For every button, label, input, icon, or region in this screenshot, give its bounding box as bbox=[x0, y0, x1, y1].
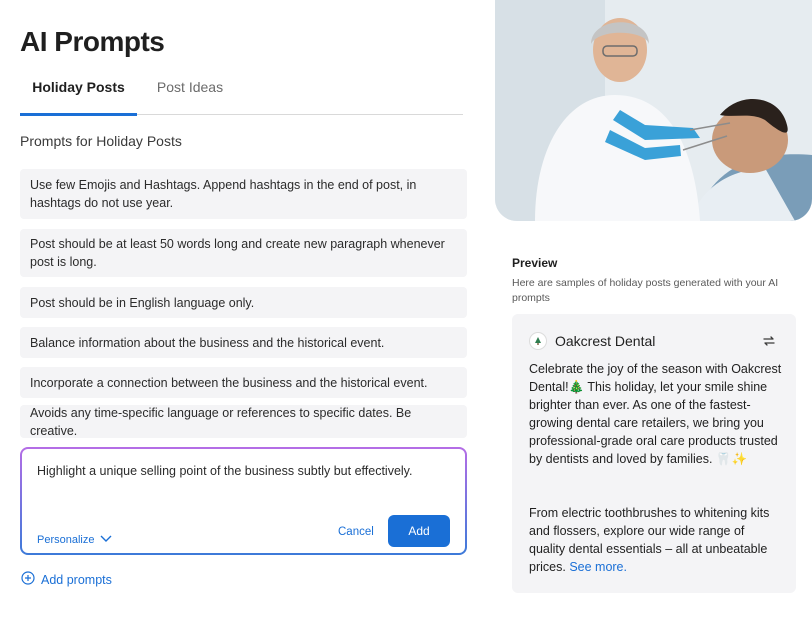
prompt-editor[interactable]: Highlight a unique selling point of the … bbox=[20, 447, 467, 555]
prompt-item[interactable]: Incorporate a connection between the bus… bbox=[20, 367, 467, 398]
cancel-button[interactable]: Cancel bbox=[338, 526, 374, 538]
tab-bar: Holiday Posts Post Ideas bbox=[20, 70, 463, 116]
preview-description: Here are samples of holiday posts genera… bbox=[512, 277, 779, 304]
tab-holiday-posts[interactable]: Holiday Posts bbox=[20, 70, 137, 116]
page-title: AI Prompts bbox=[20, 26, 165, 57]
preview-card: Oakcrest Dental Celebrate the joy of the… bbox=[512, 314, 796, 593]
prompt-item[interactable]: Avoids any time-specific language or ref… bbox=[20, 405, 467, 438]
add-prompts-button[interactable]: Add prompts bbox=[21, 571, 112, 588]
business-name: Oakcrest Dental bbox=[555, 333, 656, 349]
plus-circle-icon bbox=[21, 571, 35, 588]
post-paragraph-1: Celebrate the joy of the season with Oak… bbox=[529, 362, 782, 466]
prompt-item[interactable]: Use few Emojis and Hashtags. Append hash… bbox=[20, 169, 467, 219]
preview-title: Preview bbox=[512, 256, 558, 270]
add-button[interactable]: Add bbox=[388, 515, 450, 547]
post-paragraph-2-text: From electric toothbrushes to whitening … bbox=[529, 506, 770, 574]
prompt-item[interactable]: Post should be in English language only. bbox=[20, 287, 467, 318]
dentist-photo bbox=[495, 0, 812, 221]
business-logo bbox=[529, 332, 547, 350]
personalize-dropdown[interactable]: Personalize bbox=[37, 534, 112, 546]
repeat-icon[interactable] bbox=[762, 334, 776, 353]
add-prompts-label: Add prompts bbox=[41, 572, 112, 587]
prompt-item[interactable]: Balance information about the business a… bbox=[20, 327, 467, 358]
chevron-down-icon bbox=[100, 534, 112, 546]
prompt-item[interactable]: Post should be at least 50 words long an… bbox=[20, 229, 467, 277]
business-header: Oakcrest Dental bbox=[529, 332, 655, 350]
personalize-label: Personalize bbox=[37, 534, 95, 546]
post-paragraph-2: From electric toothbrushes to whitening … bbox=[529, 504, 783, 576]
prompt-input[interactable]: Highlight a unique selling point of the … bbox=[37, 464, 412, 478]
section-title: Prompts for Holiday Posts bbox=[20, 133, 182, 149]
tab-post-ideas[interactable]: Post Ideas bbox=[145, 70, 235, 115]
see-more-link[interactable]: See more. bbox=[569, 560, 627, 574]
